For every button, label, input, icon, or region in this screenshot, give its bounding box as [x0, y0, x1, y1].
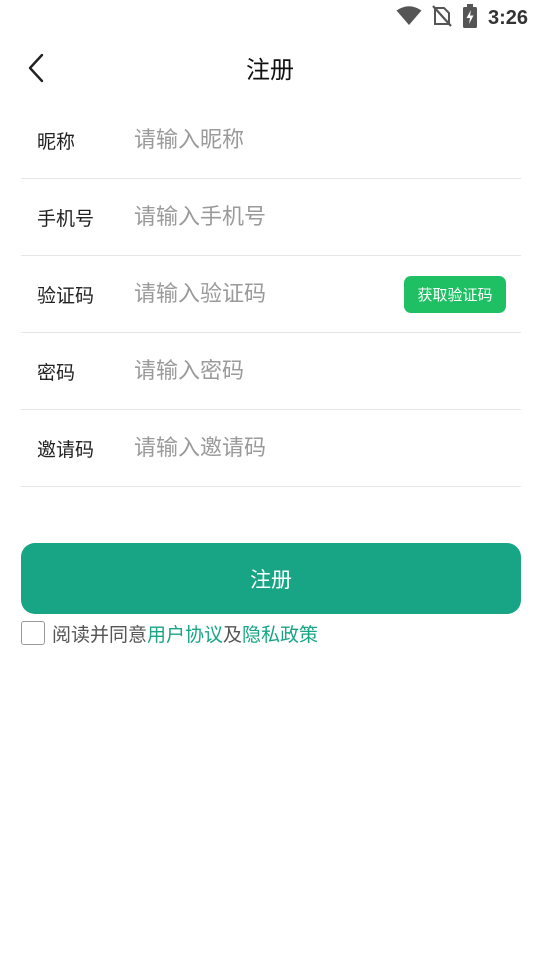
password-input[interactable] — [134, 349, 521, 393]
agreement-checkbox[interactable] — [21, 621, 45, 645]
agreement-prefix: 阅读并同意 — [52, 623, 148, 646]
no-sim-icon — [432, 5, 452, 31]
password-label: 密码 — [37, 361, 76, 384]
phone-label: 手机号 — [37, 207, 95, 230]
code-label: 验证码 — [37, 284, 95, 307]
battery-charging-icon — [462, 4, 478, 32]
invite-input[interactable] — [134, 426, 521, 470]
status-time: 3:26 — [487, 6, 528, 29]
agreement: 阅读并同意 用户协议 及 隐私政策 — [21, 620, 318, 646]
nickname-input[interactable] — [134, 118, 521, 162]
phone-row: 手机号 — [21, 179, 521, 256]
invite-row: 邀请码 — [21, 410, 521, 487]
register-button[interactable]: 注册 — [21, 543, 521, 614]
agreement-conjunction: 及 — [223, 623, 243, 646]
password-row: 密码 — [21, 333, 521, 410]
privacy-policy-link[interactable]: 隐私政策 — [242, 620, 318, 647]
user-agreement-link[interactable]: 用户协议 — [147, 620, 223, 647]
status-bar: 3:26 — [0, 0, 540, 36]
page-title: 注册 — [246, 56, 294, 84]
phone-input[interactable] — [134, 195, 521, 239]
invite-label: 邀请码 — [37, 438, 95, 461]
nickname-row: 昵称 — [21, 102, 521, 179]
nickname-label: 昵称 — [37, 130, 76, 153]
code-row: 验证码 获取验证码 — [21, 256, 521, 333]
wifi-icon — [396, 6, 422, 30]
register-form: 昵称 手机号 验证码 获取验证码 密码 邀请码 — [21, 102, 521, 487]
status-icons: 3:26 — [396, 4, 528, 32]
header: 注册 — [0, 40, 540, 100]
get-code-button[interactable]: 获取验证码 — [404, 276, 506, 313]
